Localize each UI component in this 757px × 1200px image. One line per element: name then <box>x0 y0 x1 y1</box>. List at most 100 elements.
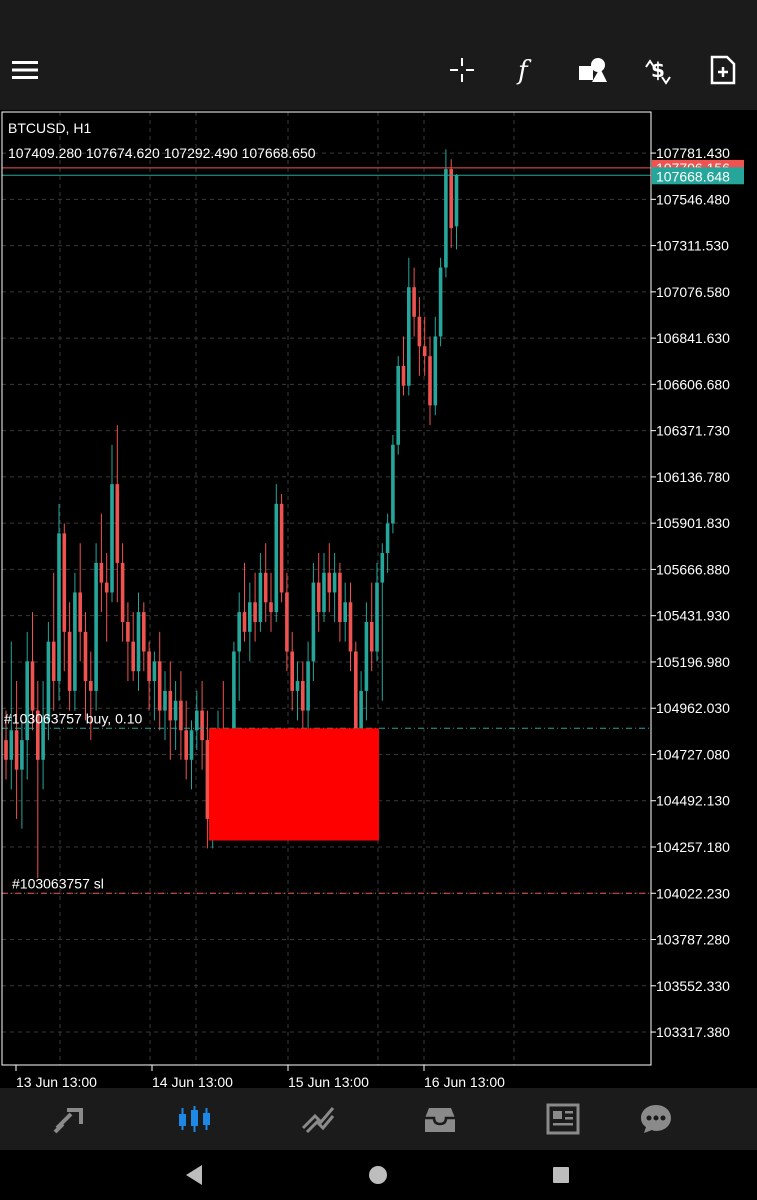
candle-body <box>396 366 400 445</box>
candle-body <box>422 346 427 357</box>
candle-body <box>327 572 332 593</box>
candle-body <box>248 602 252 632</box>
candle-body <box>41 720 45 760</box>
candle-body <box>380 553 385 583</box>
chat-icon[interactable] <box>626 1096 686 1142</box>
candle-body <box>126 621 130 642</box>
back-icon[interactable] <box>174 1160 214 1190</box>
y-tick-label: 107546.480 <box>656 191 730 207</box>
candle-body <box>269 602 273 613</box>
trade-icon[interactable] <box>288 1096 348 1142</box>
candle-body <box>274 503 279 613</box>
candle-body <box>104 582 109 593</box>
candle-body <box>433 336 438 406</box>
menu-icon[interactable] <box>5 50 45 90</box>
candle-body <box>14 730 19 770</box>
crosshair-icon[interactable] <box>442 50 482 90</box>
candle-body <box>364 621 369 691</box>
candle-body <box>295 681 300 691</box>
candle-body <box>412 287 416 317</box>
candle-body <box>438 267 443 337</box>
system-navigation-bar <box>0 1150 757 1200</box>
candle-body <box>454 175 459 227</box>
y-tick-label: 106136.780 <box>656 469 730 485</box>
buy-position-label: #103063757 buy, 0.10 <box>4 710 143 726</box>
candle-body <box>168 690 173 721</box>
candle-body <box>338 572 342 622</box>
candle-body <box>20 740 24 770</box>
candle-body <box>147 651 151 682</box>
candle-body <box>94 562 98 691</box>
candle-body <box>242 612 247 632</box>
candle-body <box>184 730 188 760</box>
candle-body <box>311 582 316 662</box>
candle-body <box>375 582 379 652</box>
candle-body <box>232 651 236 741</box>
candle-body <box>444 169 448 268</box>
candle-body <box>449 169 453 229</box>
candle-body <box>136 612 141 672</box>
candle-body <box>73 592 77 691</box>
home-icon[interactable] <box>358 1160 398 1190</box>
candle-body <box>258 572 263 622</box>
candle-body <box>78 592 82 632</box>
candle-body <box>417 316 422 347</box>
candle-body <box>306 661 310 711</box>
candle-body <box>237 612 241 652</box>
candle-body <box>253 602 257 622</box>
y-tick-label: 107311.530 <box>656 238 729 254</box>
candle-body <box>200 710 204 741</box>
candle-body <box>205 740 210 819</box>
new-order-icon[interactable] <box>703 50 743 90</box>
candle-body <box>285 592 289 652</box>
candle-body <box>120 562 125 622</box>
candle-body <box>279 503 284 593</box>
candle-body <box>179 700 183 731</box>
candle-body <box>89 681 93 691</box>
candle-body <box>9 730 14 760</box>
candle-body <box>4 740 8 760</box>
symbol-label: BTCUSD, H1 <box>8 120 91 136</box>
y-tick-label: 105196.980 <box>656 654 730 670</box>
candle-body <box>290 651 294 691</box>
objects-icon[interactable] <box>573 50 613 90</box>
history-icon[interactable] <box>410 1096 470 1142</box>
price-zone-rectangle[interactable] <box>209 728 379 841</box>
recents-icon[interactable] <box>541 1160 581 1190</box>
candle-body <box>316 582 321 613</box>
candle-body <box>57 533 61 682</box>
candle-body <box>157 661 162 711</box>
candle-body <box>62 533 67 632</box>
chart-icon[interactable] <box>165 1096 225 1142</box>
indicators-icon[interactable]: f <box>507 50 547 90</box>
price-chart[interactable]: #103063757 buy, 0.10#103063757 sl107706.… <box>0 110 757 1090</box>
news-icon[interactable] <box>533 1096 593 1142</box>
y-tick-label: 107781.430 <box>656 145 730 161</box>
candle-body <box>343 602 347 622</box>
candle-body <box>99 562 104 583</box>
y-tick-label: 103317.380 <box>656 1024 730 1040</box>
y-tick-label: 105666.880 <box>656 561 730 577</box>
candle-body <box>385 523 390 554</box>
candle-body <box>354 651 358 741</box>
candle-body <box>115 484 120 563</box>
candle-body <box>391 444 395 524</box>
candle-body <box>131 641 135 672</box>
bid-price-label: 107668.648 <box>656 168 730 184</box>
candle-body <box>173 700 178 721</box>
candle-body <box>142 612 146 652</box>
trade-icon[interactable]: $ <box>638 50 678 90</box>
candle-body <box>322 572 326 613</box>
candle-body <box>189 730 194 760</box>
y-tick-label: 104492.130 <box>656 793 730 809</box>
ohlc-label: 107409.280 107674.620 107292.490 107668.… <box>8 145 316 161</box>
y-tick-label: 104022.230 <box>656 885 730 901</box>
y-tick-label: 106371.730 <box>656 423 730 439</box>
quotes-icon[interactable] <box>40 1096 100 1142</box>
candle-body <box>401 366 406 386</box>
chart-canvas[interactable]: #103063757 buy, 0.10#103063757 sl107706.… <box>0 110 757 1090</box>
y-tick-label: 104727.080 <box>656 746 730 762</box>
y-tick-label: 104962.030 <box>656 700 730 716</box>
svg-text:f: f <box>516 56 532 85</box>
y-tick-label: 104257.180 <box>656 839 730 855</box>
